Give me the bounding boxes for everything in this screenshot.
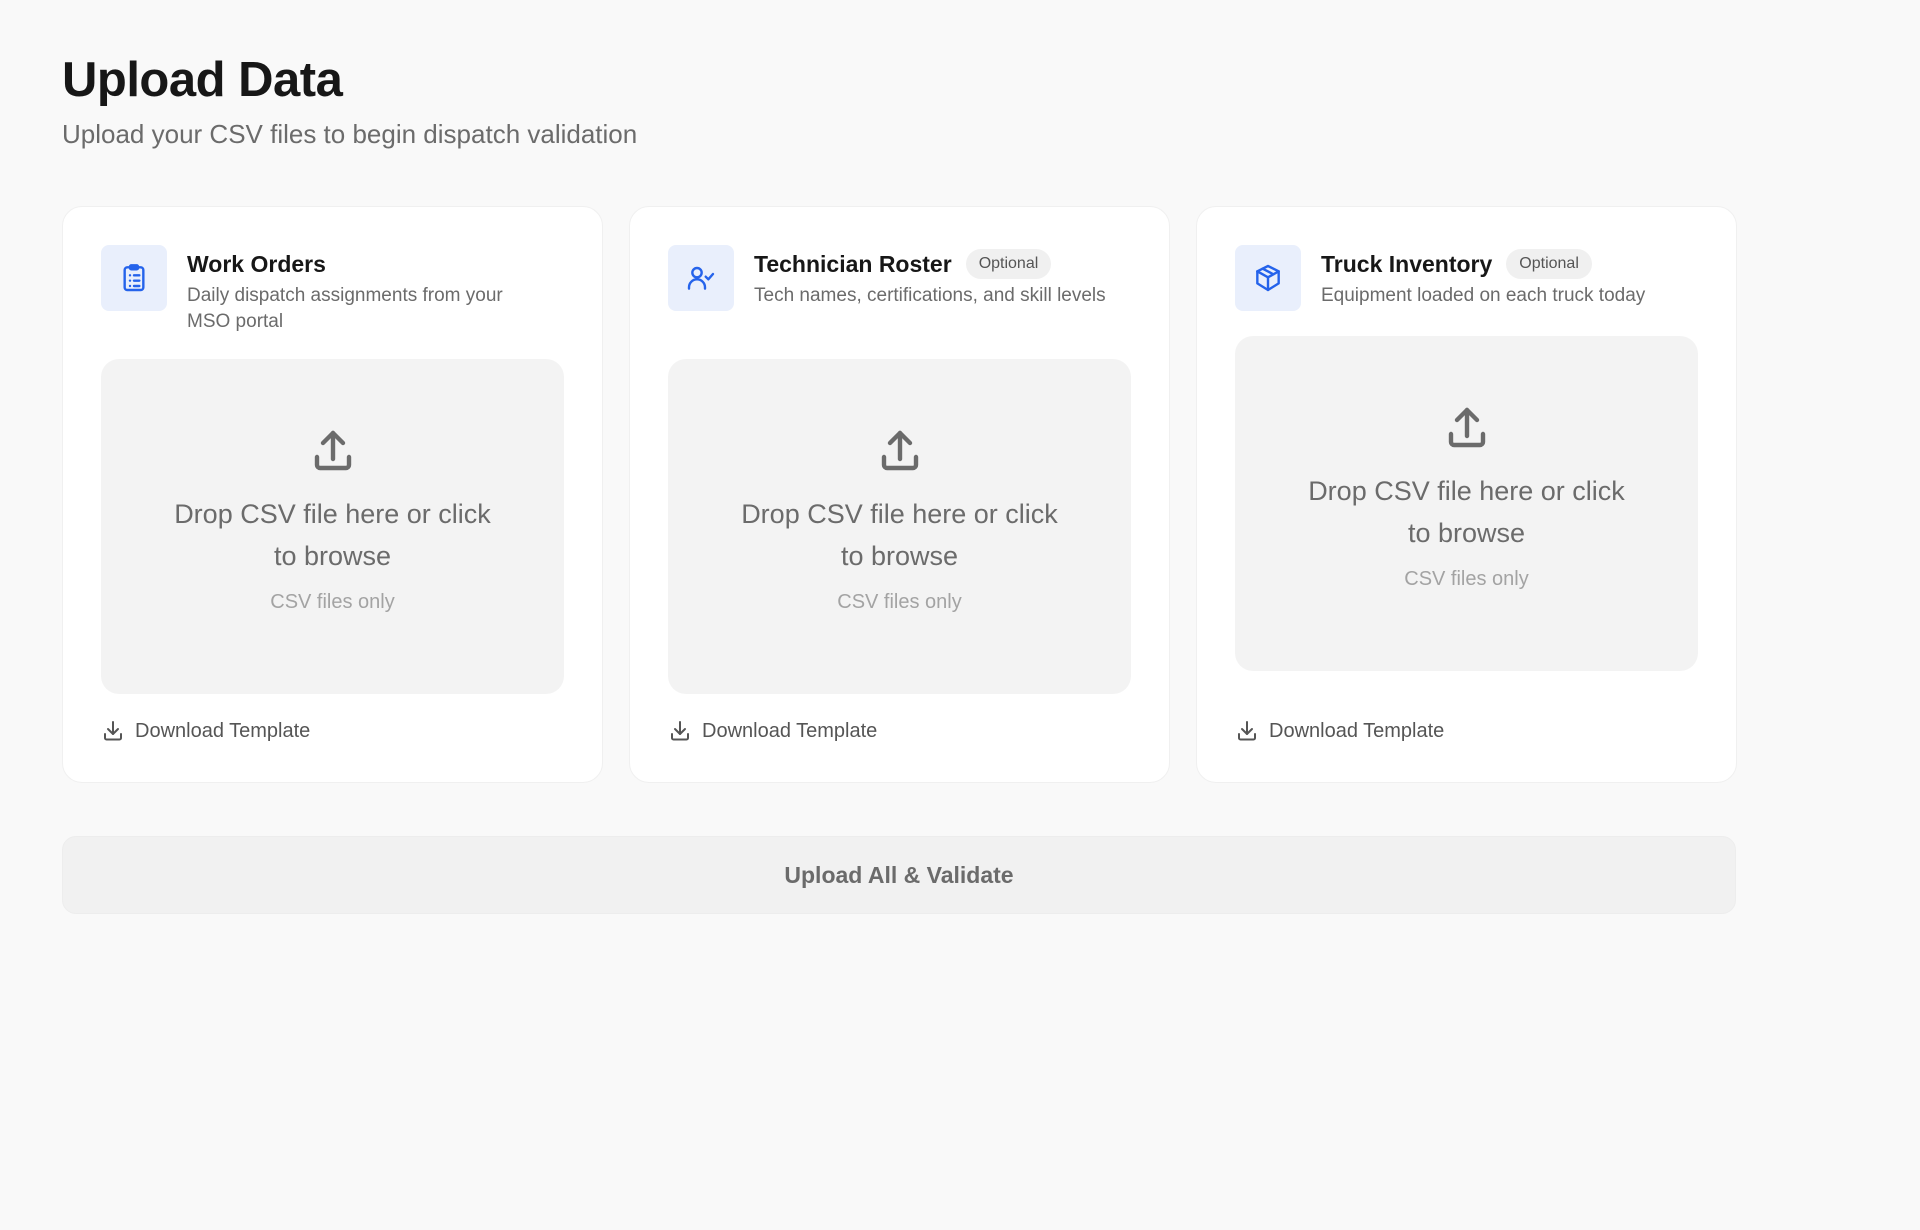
truck-inventory-dropzone[interactable]: Drop CSV file here or click to browse CS… bbox=[1235, 336, 1698, 671]
upload-icon bbox=[314, 430, 351, 471]
upload-cards: Work Orders Daily dispatch assignments f… bbox=[62, 206, 1737, 783]
download-template-label: Download Template bbox=[1269, 719, 1445, 742]
download-icon bbox=[671, 721, 689, 741]
technician-roster-dropzone[interactable]: Drop CSV file here or click to browse CS… bbox=[668, 359, 1131, 694]
dropzone-text: Drop CSV file here or click to browse bbox=[174, 499, 491, 571]
download-template-link[interactable]: Download Template bbox=[668, 719, 877, 743]
card-description: Equipment loaded on each truck today bbox=[1321, 285, 1646, 306]
user-check-icon bbox=[668, 245, 734, 311]
card-title: Truck Inventory bbox=[1321, 251, 1493, 277]
dropzone-hint: CSV files only bbox=[270, 591, 395, 613]
card-title: Work Orders bbox=[187, 251, 326, 277]
package-icon bbox=[1235, 245, 1301, 311]
download-template-label: Download Template bbox=[702, 719, 878, 742]
card-description: Daily dispatch assignments from your MSO… bbox=[187, 285, 503, 332]
card-header: Work Orders Daily dispatch assignments f… bbox=[101, 245, 564, 335]
card-header: Technician Roster Optional Tech names, c… bbox=[668, 245, 1131, 311]
card-title: Technician Roster bbox=[754, 251, 952, 277]
upload-page: Upload Data Upload your CSV files to beg… bbox=[0, 0, 1920, 1230]
work-orders-card: Work Orders Daily dispatch assignments f… bbox=[62, 206, 603, 783]
clipboard-list-icon bbox=[101, 245, 167, 311]
upload-icon bbox=[1448, 407, 1485, 448]
upload-icon bbox=[881, 430, 918, 471]
optional-badge: Optional bbox=[965, 249, 1052, 279]
technician-roster-card: Technician Roster Optional Tech names, c… bbox=[629, 206, 1170, 783]
work-orders-dropzone[interactable]: Drop CSV file here or click to browse CS… bbox=[101, 359, 564, 694]
download-template-label: Download Template bbox=[135, 719, 311, 742]
download-icon bbox=[1238, 721, 1256, 741]
dropzone-text: Drop CSV file here or click to browse bbox=[741, 499, 1058, 571]
card-description: Tech names, certifications, and skill le… bbox=[754, 285, 1106, 306]
page-title: Upload Data bbox=[62, 53, 343, 107]
dropzone-text: Drop CSV file here or click to browse bbox=[1308, 476, 1625, 548]
download-icon bbox=[104, 721, 122, 741]
dropzone-hint: CSV files only bbox=[837, 591, 962, 613]
truck-inventory-card: Truck Inventory Optional Equipment loade… bbox=[1196, 206, 1737, 783]
dropzone-hint: CSV files only bbox=[1404, 568, 1529, 590]
optional-badge: Optional bbox=[1506, 249, 1592, 279]
download-template-link[interactable]: Download Template bbox=[1235, 719, 1444, 743]
download-template-link[interactable]: Download Template bbox=[101, 719, 310, 743]
card-header: Truck Inventory Optional Equipment loade… bbox=[1235, 245, 1698, 311]
page-subtitle: Upload your CSV files to begin dispatch … bbox=[62, 119, 638, 149]
upload-all-validate-button[interactable]: Upload All & Validate bbox=[62, 836, 1736, 914]
